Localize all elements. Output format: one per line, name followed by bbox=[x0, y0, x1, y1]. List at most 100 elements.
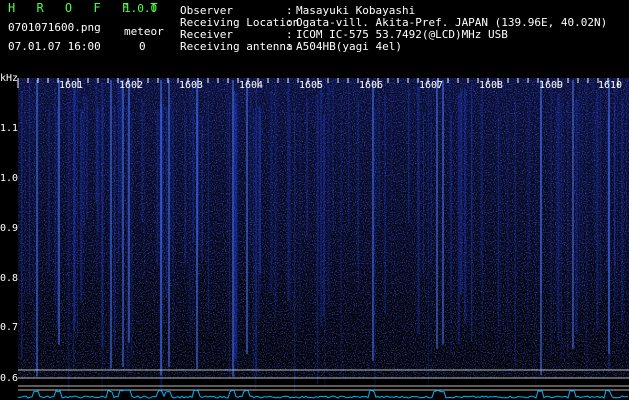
signal-streak bbox=[101, 82, 104, 349]
signal-streak bbox=[460, 88, 463, 295]
signal-streak bbox=[614, 78, 616, 313]
signal-streak bbox=[289, 116, 291, 312]
signal-streak bbox=[156, 109, 159, 266]
antenna-colon: : bbox=[286, 40, 293, 53]
signal-streak bbox=[168, 80, 170, 368]
signal-streak bbox=[24, 92, 26, 292]
signal-streak bbox=[592, 81, 594, 217]
signal-streak bbox=[236, 94, 239, 372]
signal-streak bbox=[67, 102, 70, 394]
signal-streak bbox=[95, 78, 98, 203]
signal-streak bbox=[557, 94, 560, 342]
signal-streak bbox=[471, 99, 473, 329]
signal-streak bbox=[376, 104, 378, 242]
antenna-value: A504HB(yagi 4el) bbox=[296, 40, 402, 53]
signal-streak bbox=[578, 84, 580, 297]
x-tick-1608: 1608 bbox=[479, 80, 504, 91]
signal-streak bbox=[32, 99, 35, 372]
signal-streak bbox=[110, 80, 112, 369]
signal-streak bbox=[348, 80, 350, 229]
signal-streak bbox=[514, 100, 516, 367]
signal-streak bbox=[252, 109, 254, 373]
signal-streak bbox=[126, 105, 128, 369]
x-tick-1607: 1607 bbox=[419, 80, 444, 91]
signal-streak bbox=[430, 99, 432, 264]
antenna-label: Receiving antenna bbox=[180, 40, 293, 53]
signal-streak bbox=[327, 81, 330, 308]
signal-streak bbox=[373, 108, 377, 390]
signal-streak bbox=[108, 116, 110, 386]
signal-streak bbox=[189, 91, 191, 344]
signal-streak bbox=[48, 108, 50, 272]
signal-streak bbox=[540, 80, 542, 375]
file-name: 0701071600.png bbox=[8, 21, 101, 34]
signal-streak bbox=[417, 85, 420, 335]
signal-streak bbox=[408, 88, 410, 223]
signal-streak bbox=[528, 96, 531, 264]
signal-streak bbox=[621, 104, 623, 347]
signal-streak bbox=[581, 96, 584, 296]
signal-streak bbox=[162, 104, 164, 326]
signal-streak bbox=[306, 99, 308, 237]
signal-streak bbox=[70, 80, 72, 256]
signal-streak bbox=[131, 111, 133, 359]
signal-streak bbox=[185, 116, 187, 269]
signal-streak bbox=[73, 90, 76, 331]
signal-streak bbox=[192, 78, 194, 329]
signal-streak bbox=[82, 96, 85, 229]
signal-streak bbox=[294, 107, 296, 395]
signal-streak bbox=[436, 80, 438, 349]
signal-streak bbox=[357, 100, 359, 291]
x-tick-1603: 1603 bbox=[179, 80, 204, 91]
signal-streak bbox=[250, 81, 253, 245]
signal-streak bbox=[196, 80, 198, 369]
signal-streak bbox=[617, 88, 618, 351]
signal-streak bbox=[594, 110, 596, 246]
signal-streak bbox=[165, 106, 168, 299]
signal-streak bbox=[270, 90, 273, 294]
signal-streak bbox=[128, 80, 130, 343]
y-tick-0-8: 0.8 bbox=[0, 273, 19, 284]
signal-streak bbox=[575, 99, 578, 335]
signal-streak bbox=[555, 106, 557, 294]
signal-streak bbox=[77, 83, 78, 338]
signal-streak bbox=[260, 111, 262, 294]
signal-streak bbox=[608, 80, 610, 355]
signal-streak bbox=[498, 117, 499, 323]
signal-streak bbox=[160, 80, 162, 376]
x-tick-1605: 1605 bbox=[299, 80, 324, 91]
app-version: 1.0.0 bbox=[124, 2, 158, 15]
signal-streak bbox=[550, 84, 552, 357]
signal-streak bbox=[372, 80, 374, 361]
signal-streak bbox=[457, 93, 460, 345]
signal-streak bbox=[499, 106, 501, 332]
signal-streak bbox=[208, 102, 209, 337]
signal-streak bbox=[599, 91, 602, 301]
signal-streak bbox=[596, 90, 599, 330]
signal-streak bbox=[340, 94, 342, 377]
signal-streak bbox=[287, 81, 290, 301]
signal-streak bbox=[559, 91, 561, 256]
signal-streak bbox=[332, 79, 334, 233]
signal-streak bbox=[567, 100, 569, 358]
signal-streak bbox=[121, 83, 123, 254]
signal-streak bbox=[58, 80, 60, 345]
signal-streak bbox=[54, 88, 57, 305]
signal-streak bbox=[562, 100, 564, 251]
signal-streak bbox=[80, 109, 83, 302]
signal-streak bbox=[232, 80, 234, 377]
signal-streak bbox=[117, 83, 120, 324]
signal-streak bbox=[141, 99, 143, 223]
signal-streak bbox=[320, 79, 322, 327]
y-tick-1-0: 1.0 bbox=[0, 173, 19, 184]
file-datetime: 07.01.07 16:00 bbox=[8, 40, 101, 53]
x-tick-1610: 1610 bbox=[598, 80, 623, 91]
signal-streak bbox=[86, 97, 88, 219]
y-axis-unit: kHz bbox=[0, 73, 19, 84]
signal-streak bbox=[113, 106, 116, 346]
y-tick-0-9: 0.9 bbox=[0, 223, 19, 234]
signal-streak bbox=[556, 96, 558, 326]
x-tick-1604: 1604 bbox=[239, 80, 264, 91]
x-tick-1602: 1602 bbox=[119, 80, 144, 91]
signal-streak bbox=[442, 80, 444, 345]
